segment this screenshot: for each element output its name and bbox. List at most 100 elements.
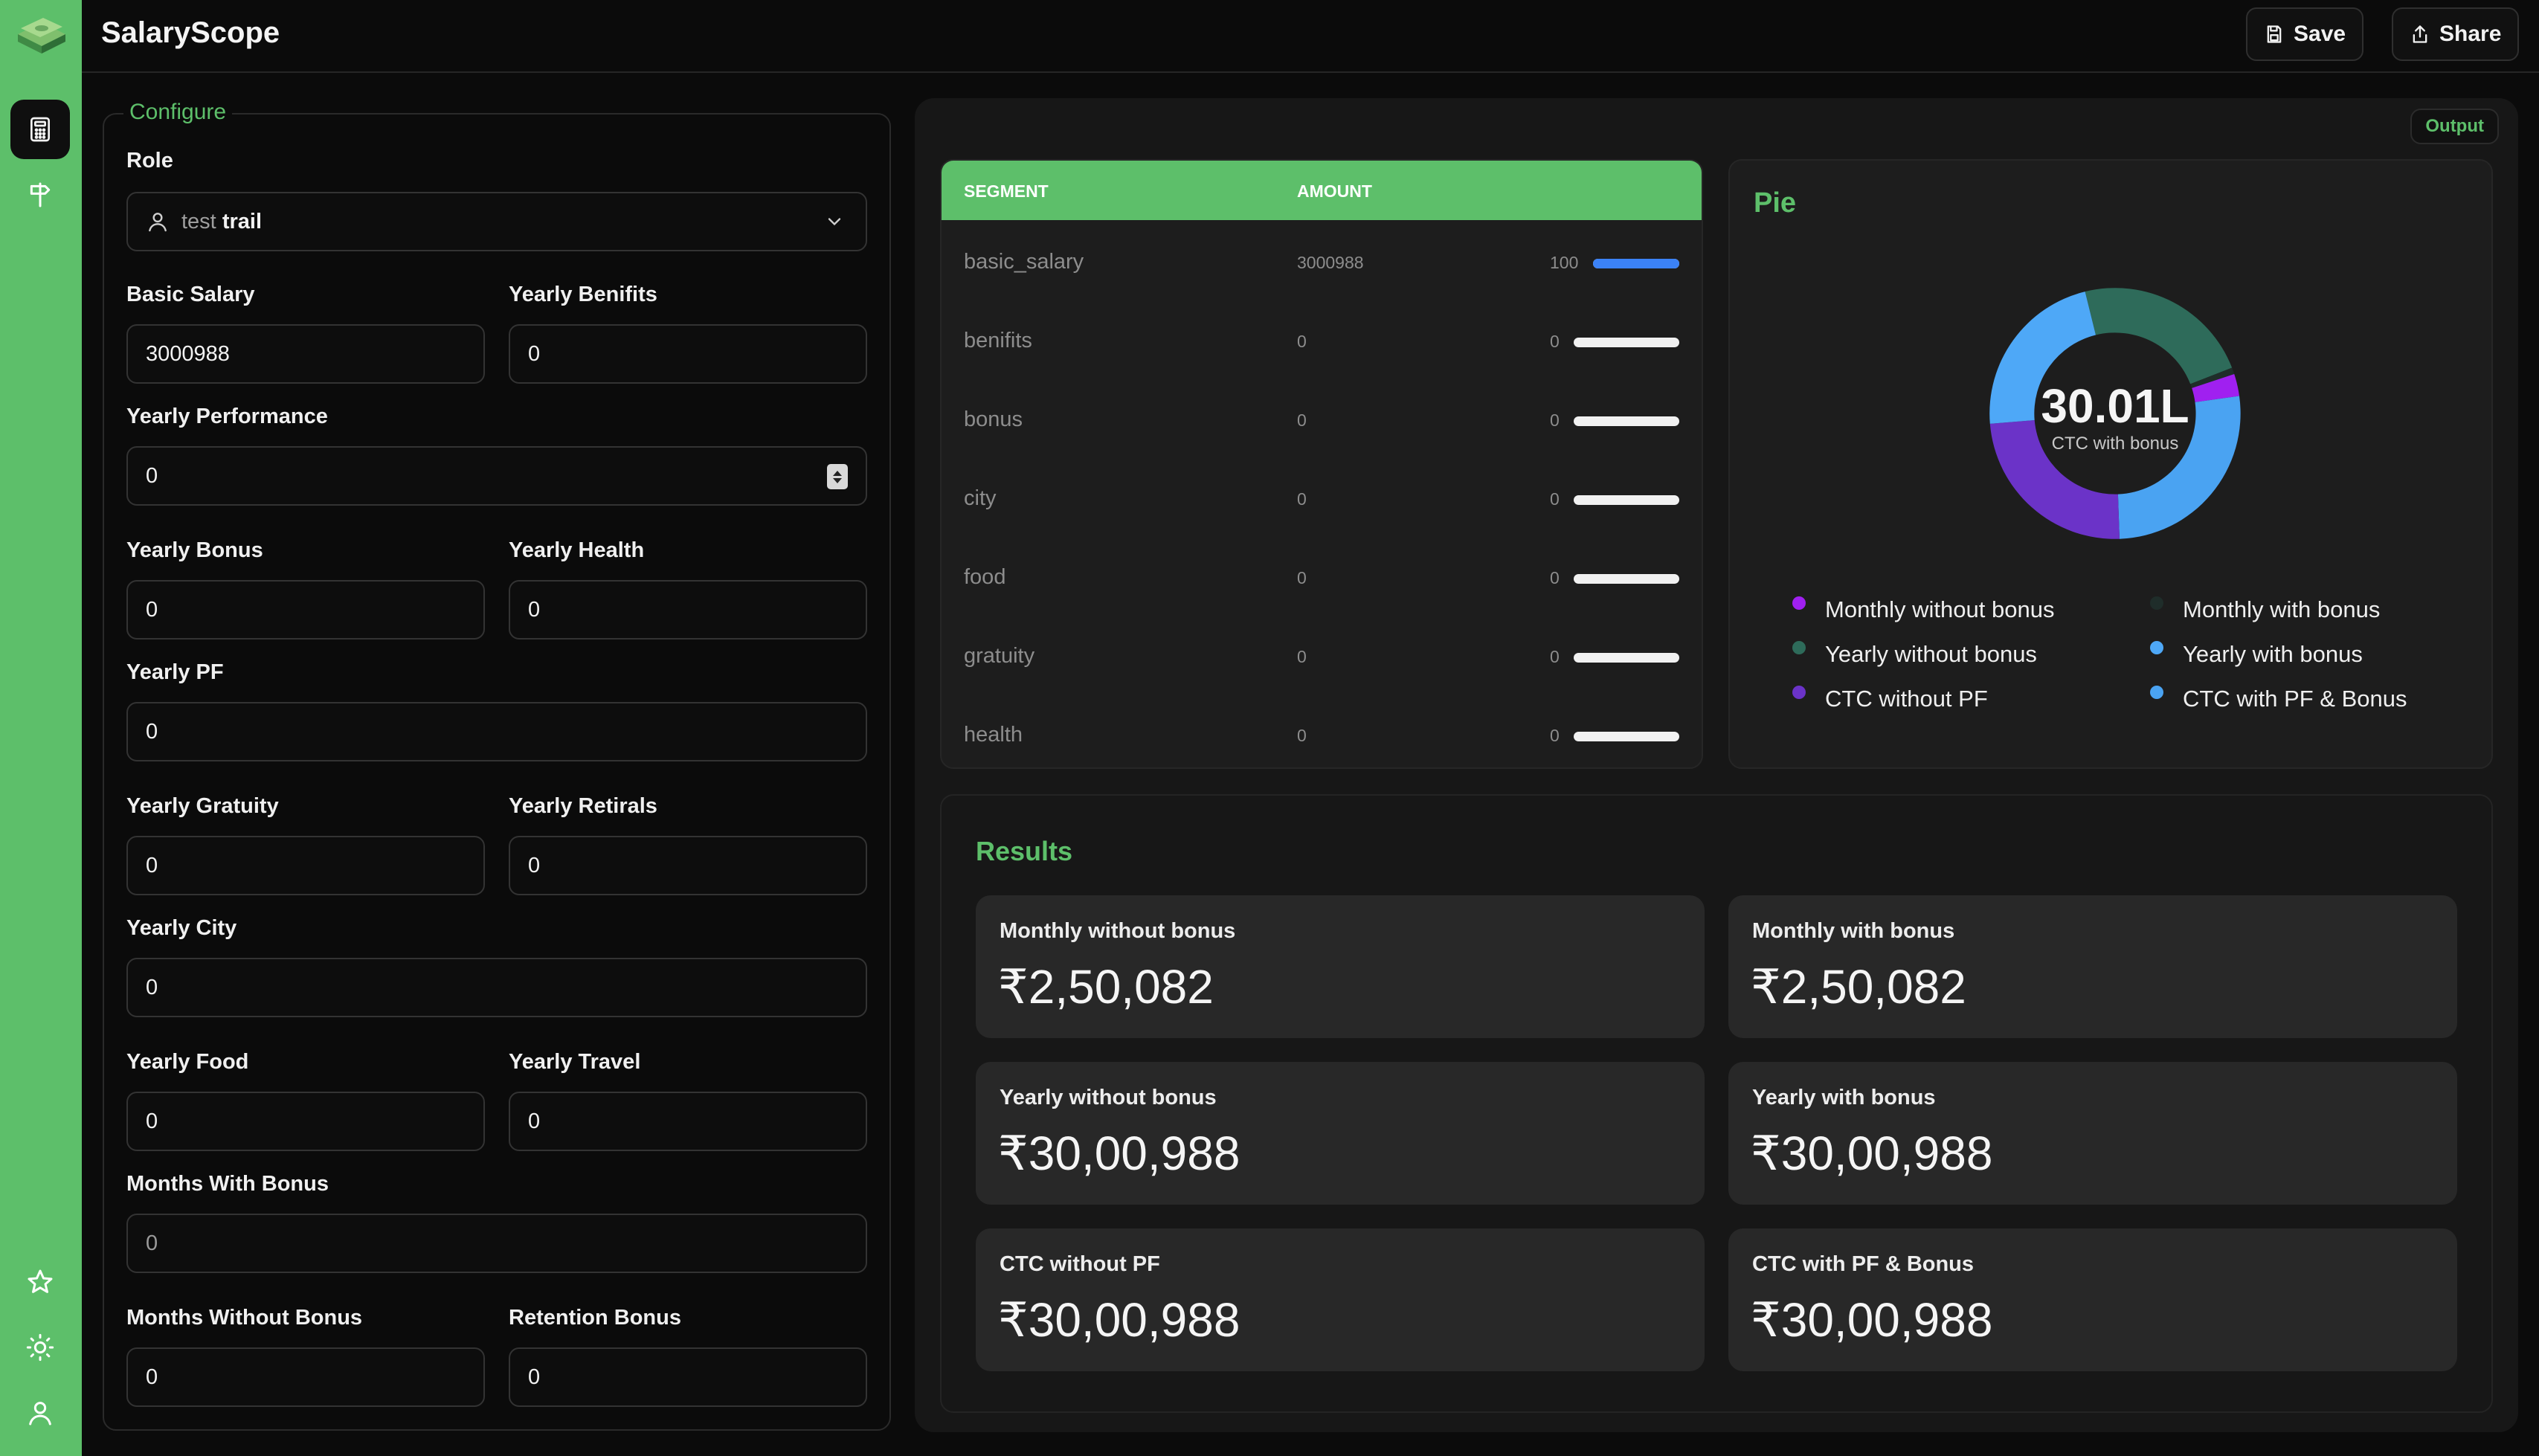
- segment-row: gratuity 0 0: [942, 644, 1702, 674]
- result-tile: Monthly without bonus ₹2,50,082: [976, 895, 1705, 1038]
- segment-percent: 0: [1550, 332, 1560, 351]
- legend-label: CTC with PF & Bonus: [2183, 686, 2407, 712]
- pie-card: Pie 30.01L CTC with bonus Monthly withou…: [1728, 159, 2493, 769]
- segment-row: health 0 0: [942, 723, 1702, 753]
- segment-row: food 0 0: [942, 565, 1702, 595]
- legend-swatch: [2150, 641, 2163, 654]
- segment-percent: 0: [1550, 568, 1560, 587]
- legend-swatch: [1792, 641, 1806, 654]
- months-without-bonus-label: Months Without Bonus: [126, 1306, 363, 1330]
- yearly-city-label: Yearly City: [126, 916, 237, 940]
- result-value: ₹2,50,082: [998, 960, 1214, 1014]
- sun-icon: [26, 1333, 54, 1362]
- yearly-benifits-label: Yearly Benifits: [509, 283, 657, 306]
- segment-progress-bar: [1574, 416, 1679, 426]
- yearly-retirals-input[interactable]: 0: [509, 836, 867, 895]
- segment-progress-bar: [1574, 653, 1679, 663]
- favorites-button[interactable]: [10, 1252, 70, 1312]
- legend-swatch: [2150, 596, 2163, 610]
- result-tile: Yearly without bonus ₹30,00,988: [976, 1062, 1705, 1205]
- money-stack-icon: [18, 18, 65, 54]
- segment-percent: 0: [1550, 410, 1560, 430]
- chevron-down-icon: [828, 218, 841, 226]
- yearly-performance-label: Yearly Performance: [126, 405, 328, 428]
- yearly-bonus-label: Yearly Bonus: [126, 538, 263, 562]
- app-title: SalaryScope: [101, 16, 280, 49]
- segment-table: SEGMENT AMOUNT basic_salary 3000988 100 ben…: [940, 159, 1703, 769]
- retention-bonus-label: Retention Bonus: [509, 1306, 681, 1330]
- result-value: ₹30,00,988: [1751, 1293, 1993, 1347]
- segment-name: benifits: [964, 329, 1032, 352]
- calculator-icon: [30, 117, 50, 142]
- share-button[interactable]: Share: [2392, 7, 2520, 61]
- amount-column-header: AMOUNT: [1297, 181, 1372, 201]
- result-label: Monthly without bonus: [1000, 919, 1236, 943]
- yearly-bonus-input[interactable]: 0: [126, 580, 485, 640]
- months-with-bonus-input[interactable]: 0: [126, 1214, 867, 1273]
- segment-amount: 0: [1297, 568, 1307, 587]
- result-label: CTC with PF & Bonus: [1752, 1252, 1975, 1276]
- yearly-performance-value: 0: [146, 463, 158, 488]
- legend-swatch: [2150, 686, 2163, 699]
- role-label: Role: [126, 149, 173, 173]
- yearly-health-input[interactable]: 0: [509, 580, 867, 640]
- retention-bonus-input[interactable]: 0: [509, 1347, 867, 1407]
- result-tile: Yearly with bonus ₹30,00,988: [1728, 1062, 2457, 1205]
- yearly-benifits-input[interactable]: 0: [509, 324, 867, 384]
- star-icon: [28, 1269, 53, 1293]
- yearly-food-input[interactable]: 0: [126, 1092, 485, 1151]
- result-tile: CTC without PF ₹30,00,988: [976, 1228, 1705, 1371]
- configure-legend: Configure: [123, 100, 233, 125]
- legend-label: Monthly with bonus: [2183, 596, 2381, 622]
- results-card: Results Monthly without bonus ₹2,50,082 Mo…: [940, 794, 2493, 1413]
- profile-button[interactable]: [10, 1383, 70, 1443]
- segment-amount: 0: [1297, 332, 1307, 351]
- yearly-gratuity-input[interactable]: 0: [126, 836, 485, 895]
- yearly-performance-input[interactable]: 0: [126, 446, 867, 506]
- calculator-nav-button[interactable]: [10, 100, 70, 159]
- donut-center-value: 30.01L: [2041, 379, 2189, 433]
- segment-name: basic_salary: [964, 250, 1084, 274]
- segment-row: basic_salary 3000988 100: [942, 250, 1702, 280]
- result-value: ₹2,50,082: [1751, 960, 1966, 1014]
- segment-amount: 3000988: [1297, 253, 1364, 272]
- save-button[interactable]: Save: [2246, 7, 2364, 61]
- segment-amount: 0: [1297, 647, 1307, 666]
- segment-progress-bar: [1574, 338, 1679, 347]
- output-badge: Output: [2410, 109, 2499, 144]
- legend-swatch: [1792, 686, 1806, 699]
- segment-percent: 100: [1550, 253, 1579, 272]
- result-label: Monthly with bonus: [1752, 919, 1955, 943]
- save-icon: [2267, 25, 2282, 43]
- result-label: CTC without PF: [1000, 1252, 1160, 1276]
- segment-amount: 0: [1297, 410, 1307, 430]
- segment-progress-bar: [1593, 259, 1679, 268]
- segment-amount: 0: [1297, 726, 1307, 745]
- segment-progress-bar: [1574, 732, 1679, 741]
- legend-label: CTC without PF: [1825, 686, 1988, 712]
- months-with-bonus-label: Months With Bonus: [126, 1172, 329, 1196]
- yearly-pf-input[interactable]: 0: [126, 702, 867, 761]
- signpost-nav-button[interactable]: [10, 165, 70, 225]
- segment-name: food: [964, 565, 1006, 589]
- segment-name: gratuity: [964, 644, 1035, 668]
- role-name: trail: [222, 209, 262, 233]
- basic-salary-input[interactable]: 3000988: [126, 324, 485, 384]
- donut-segment-yearly-without-bonus: [2085, 288, 2233, 384]
- donut-chart: 30.01L CTC with bonus: [1989, 288, 2241, 539]
- segment-row: city 0 0: [942, 486, 1702, 516]
- segment-percent: 0: [1550, 489, 1560, 509]
- theme-toggle-button[interactable]: [10, 1318, 70, 1377]
- share-icon: [2413, 25, 2427, 43]
- save-button-label: Save: [2294, 22, 2346, 46]
- yearly-gratuity-label: Yearly Gratuity: [126, 794, 279, 818]
- role-select[interactable]: test trail: [126, 192, 867, 251]
- segment-amount: 0: [1297, 489, 1307, 509]
- yearly-food-label: Yearly Food: [126, 1050, 249, 1074]
- number-stepper[interactable]: [827, 464, 848, 489]
- yearly-city-input[interactable]: 0: [126, 958, 867, 1017]
- segment-progress-fill: [1593, 259, 1679, 268]
- yearly-travel-input[interactable]: 0: [509, 1092, 867, 1151]
- months-without-bonus-input[interactable]: 0: [126, 1347, 485, 1407]
- segment-table-header: SEGMENT AMOUNT: [942, 161, 1702, 220]
